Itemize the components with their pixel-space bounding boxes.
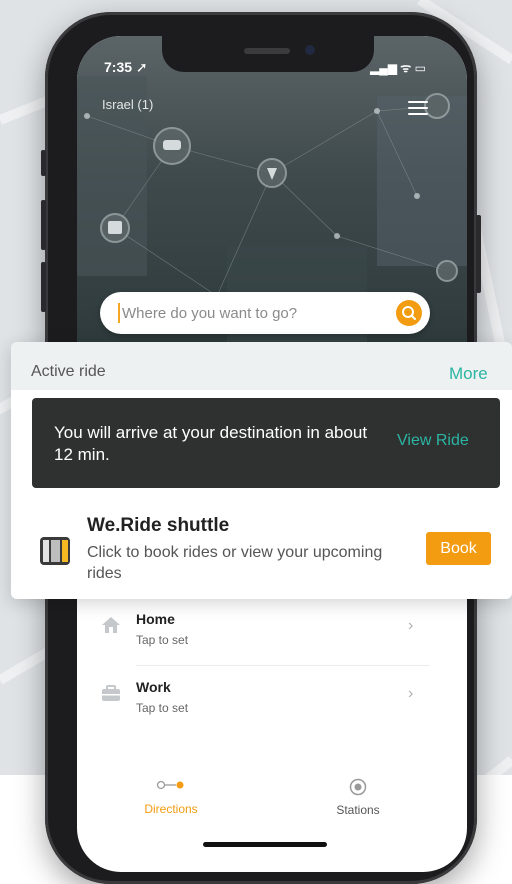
more-link[interactable]: More (449, 364, 488, 384)
book-button[interactable]: Book (426, 532, 491, 565)
favorite-home[interactable]: Home Tap to set › (100, 601, 430, 665)
shuttle-subtitle: Click to book rides or view your upcomin… (87, 544, 383, 582)
card-header: Active ride More (11, 342, 512, 390)
status-indicators: ▂▄▆ ᯤ ▭ (370, 61, 426, 75)
ride-status-box[interactable]: You will arrive at your destination in a… (32, 398, 500, 488)
shuttle-icon (40, 537, 70, 565)
card-title: Active ride (31, 363, 106, 380)
phone-power-button (476, 215, 481, 293)
search-icon (402, 306, 416, 320)
tab-label: Stations (336, 803, 380, 817)
region-label[interactable]: Israel (1) (102, 97, 153, 112)
favorite-title: Home (136, 611, 175, 627)
list-divider (136, 665, 430, 666)
shuttle-title: We.Ride shuttle (87, 515, 230, 536)
text-caret (118, 303, 120, 323)
home-indicator (203, 842, 327, 847)
active-ride-card: Active ride More You will arrive at your… (11, 342, 512, 599)
phone-volume-up (41, 200, 46, 250)
phone-speaker (244, 48, 290, 54)
ride-eta-message: You will arrive at your destination in a… (54, 423, 368, 464)
phone-side-button (41, 150, 46, 176)
search-bar[interactable]: Where do you want to go? (100, 292, 430, 334)
chevron-right-icon: › (408, 685, 414, 702)
route-icon (156, 780, 184, 790)
briefcase-icon (102, 685, 120, 701)
tab-label: Directions (144, 802, 198, 816)
tab-stations[interactable]: Stations (323, 778, 393, 817)
search-input[interactable]: Where do you want to go? (122, 305, 297, 322)
favorite-subtitle: Tap to set (136, 701, 189, 715)
station-icon (349, 778, 367, 796)
favorite-subtitle: Tap to set (136, 633, 189, 647)
search-button[interactable] (396, 300, 422, 326)
favorite-work[interactable]: Work Tap to set › (100, 669, 430, 733)
home-icon (102, 617, 120, 633)
phone-notch (162, 36, 374, 72)
menu-icon[interactable] (408, 101, 428, 117)
favorite-title: Work (136, 679, 171, 695)
view-ride-link[interactable]: View Ride (397, 432, 469, 450)
tab-directions[interactable]: Directions (136, 778, 206, 816)
phone-volume-down (41, 262, 46, 312)
phone-camera (305, 45, 315, 55)
chevron-right-icon: › (408, 617, 414, 634)
status-time: 7:35 ➚ (104, 59, 148, 75)
